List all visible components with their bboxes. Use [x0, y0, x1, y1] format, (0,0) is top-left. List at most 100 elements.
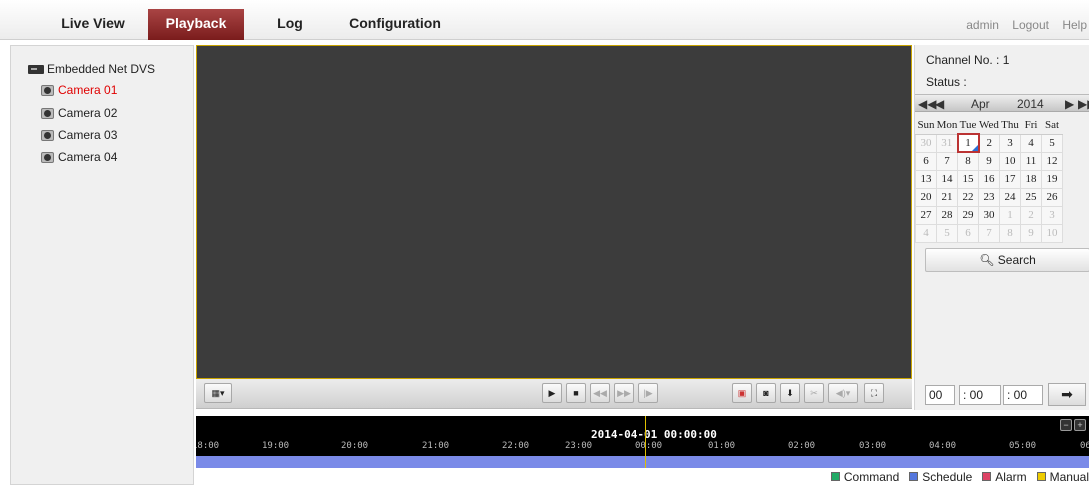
calendar-day[interactable]: 28	[936, 205, 958, 225]
zoom-in-icon[interactable]: +	[1074, 419, 1086, 431]
help-link[interactable]: Help	[1062, 18, 1087, 32]
next-year-icon[interactable]: ▶▶	[1078, 97, 1089, 111]
search-icon: 🔍︎	[979, 253, 995, 267]
timeline-tick-label: 04:00	[929, 441, 957, 451]
calendar-day[interactable]: 24	[999, 187, 1021, 207]
slow-forward-icon[interactable]: ◀◀	[590, 383, 610, 403]
video-playback-window[interactable]	[196, 45, 912, 379]
stop-icon[interactable]: ■	[566, 383, 586, 403]
frame-step-icon[interactable]: |▶	[638, 383, 658, 403]
tab-log[interactable]: Log	[270, 9, 310, 40]
time-minute-input[interactable]: : 00	[959, 385, 1001, 405]
calendar-day[interactable]: 13	[915, 169, 937, 189]
calendar-day[interactable]: 5	[936, 223, 958, 243]
time-second-input[interactable]: : 00	[1003, 385, 1043, 405]
calendar-day[interactable]: 12	[1041, 151, 1063, 171]
calendar-day[interactable]: 7	[978, 223, 1000, 243]
calendar-day[interactable]: 9	[1020, 223, 1042, 243]
timeline-tick-label: 05:00	[1009, 441, 1037, 451]
calendar-day[interactable]: 30	[915, 133, 937, 153]
fast-forward-icon[interactable]: ▶▶	[614, 383, 634, 403]
calendar-day[interactable]: 1	[956, 133, 980, 153]
logout-link[interactable]: Logout	[1012, 18, 1049, 32]
calendar-day[interactable]: 6	[915, 151, 937, 171]
audio-icon[interactable]: ◀)▾	[828, 383, 858, 403]
tree-root-dvs[interactable]: Embedded Net DVS	[28, 62, 155, 76]
tree-camera-01[interactable]: Camera 01	[41, 83, 117, 97]
calendar-day[interactable]: 10	[1041, 223, 1063, 243]
calendar-day[interactable]: 30	[978, 205, 1000, 225]
calendar-day[interactable]: 2	[978, 133, 1000, 153]
calendar-day[interactable]: 1	[999, 205, 1021, 225]
calendar-day[interactable]: 22	[957, 187, 979, 207]
legend-swatch	[1036, 472, 1046, 481]
next-month-icon[interactable]: ▶	[1065, 97, 1074, 111]
clip-icon[interactable]: ▣	[732, 383, 752, 403]
legend-label: Schedule	[922, 469, 973, 484]
calendar-day[interactable]: 3	[999, 133, 1021, 153]
calendar-day[interactable]: 18	[1020, 169, 1042, 189]
tab-playback[interactable]: Playback	[148, 9, 244, 40]
record-segment-bar[interactable]	[196, 456, 1089, 468]
weekday-header: Tue	[957, 116, 979, 135]
calendar-day[interactable]: 17	[999, 169, 1021, 189]
calendar-header: ◀◀ ◀ Apr 2014 ▶ ▶▶	[915, 94, 1089, 112]
record-bar-cursor	[645, 456, 646, 468]
timeline-tick-label: 00:00	[635, 441, 663, 451]
timeline-tick-label: 18:00	[196, 441, 220, 451]
goto-time-button[interactable]: ➡	[1048, 383, 1086, 406]
calendar-day[interactable]: 26	[1041, 187, 1063, 207]
calendar-day[interactable]: 20	[915, 187, 937, 207]
calendar-day[interactable]: 10	[999, 151, 1021, 171]
status-label: Status :	[926, 75, 967, 89]
zoom-out-icon[interactable]: −	[1060, 419, 1072, 431]
fullscreen-icon[interactable]: ⛶	[864, 383, 884, 403]
tab-configuration[interactable]: Configuration	[345, 9, 445, 40]
calendar-day[interactable]: 4	[1020, 133, 1042, 153]
calendar-day[interactable]: 11	[1020, 151, 1042, 171]
camera-icon	[41, 84, 54, 96]
calendar-day[interactable]: 3	[1041, 205, 1063, 225]
calendar-day[interactable]: 19	[1041, 169, 1063, 189]
search-button-label: Search	[997, 253, 1036, 267]
layout-icon[interactable]: ▦▾	[204, 383, 232, 403]
calendar-day[interactable]: 14	[936, 169, 958, 189]
calendar-day[interactable]: 25	[1020, 187, 1042, 207]
time-hour-input[interactable]: 00	[925, 385, 955, 405]
calendar-day[interactable]: 2	[1020, 205, 1042, 225]
download-icon[interactable]: ⬇	[780, 383, 800, 403]
play-icon[interactable]: ▶	[542, 383, 562, 403]
calendar-day[interactable]: 21	[936, 187, 958, 207]
timeline-tick-label: 01:00	[708, 441, 736, 451]
user-links: admin Logout Help	[956, 18, 1087, 32]
timeline-current-time: 2014-04-01 00:00:00	[591, 428, 717, 441]
timeline-cursor[interactable]	[645, 416, 646, 456]
calendar-day[interactable]: 9	[978, 151, 1000, 171]
capture-icon[interactable]: ◙	[756, 383, 776, 403]
tab-live-view[interactable]: Live View	[53, 9, 133, 40]
prev-year-icon[interactable]: ◀◀	[918, 97, 936, 111]
calendar-day[interactable]: 31	[936, 133, 958, 153]
calendar-day[interactable]: 15	[957, 169, 979, 189]
calendar-day[interactable]: 7	[936, 151, 958, 171]
digital-zoom-icon[interactable]: ✂	[804, 383, 824, 403]
calendar-day[interactable]: 6	[957, 223, 979, 243]
calendar-day[interactable]: 27	[915, 205, 937, 225]
legend-swatch	[909, 472, 919, 481]
calendar-day[interactable]: 29	[957, 205, 979, 225]
search-button[interactable]: 🔍︎ Search	[925, 248, 1089, 272]
timeline-tick-label: 21:00	[422, 441, 450, 451]
calendar-day[interactable]: 23	[978, 187, 1000, 207]
camera-label: Camera 04	[58, 150, 118, 164]
calendar-day[interactable]: 16	[978, 169, 1000, 189]
calendar-day[interactable]: 8	[999, 223, 1021, 243]
timeline-bar[interactable]: 2014-04-01 00:00:00 18:00 19:00 20:00 21:00…	[196, 416, 1089, 456]
calendar-day[interactable]: 8	[957, 151, 979, 171]
calendar-day[interactable]: 4	[915, 223, 937, 243]
tree-camera-04[interactable]: Camera 04	[41, 150, 117, 164]
weekday-header: Fri	[1020, 116, 1042, 135]
tree-camera-02[interactable]: Camera 02	[41, 106, 117, 120]
prev-month-icon[interactable]: ◀	[935, 97, 944, 111]
tree-camera-03[interactable]: Camera 03	[41, 128, 117, 142]
calendar-day[interactable]: 5	[1041, 133, 1063, 153]
